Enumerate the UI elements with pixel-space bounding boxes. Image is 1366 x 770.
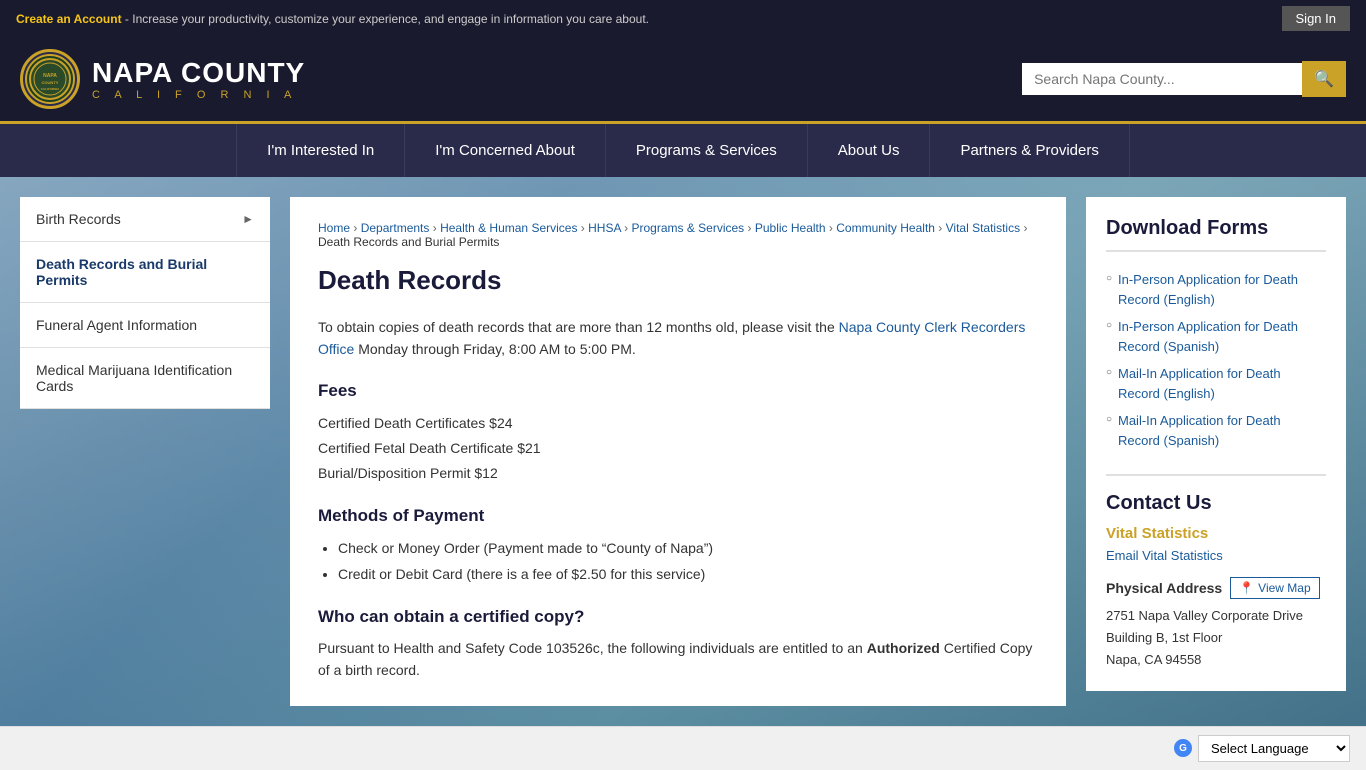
nav-item-concerned[interactable]: I'm Concerned About	[405, 124, 606, 177]
right-panel: Download Forms In-Person Application for…	[1086, 197, 1346, 691]
sidebar-label: Medical Marijuana Identification Cards	[36, 362, 254, 394]
state-name: C A L I F O R N I A	[92, 89, 305, 101]
intro-text-end: Monday through Friday, 8:00 AM to 5:00 P…	[354, 341, 635, 357]
page-title: Death Records	[318, 265, 1038, 296]
breadcrumb-departments[interactable]: Departments	[361, 221, 430, 235]
main-content: Home › Departments › Health & Human Serv…	[290, 197, 1066, 706]
download-link-2[interactable]: In-Person Application for Death Record (…	[1118, 319, 1298, 354]
nav-item-about[interactable]: About Us	[808, 124, 931, 177]
page-wrapper: Birth Records ► Death Records and Burial…	[0, 177, 1366, 726]
sidebar-item-marijuana[interactable]: Medical Marijuana Identification Cards	[20, 348, 270, 409]
sidebar-item-funeral[interactable]: Funeral Agent Information	[20, 303, 270, 348]
payment-item-1: Check or Money Order (Payment made to “C…	[338, 536, 1038, 561]
certified-text-start: Pursuant to Health and Safety Code 10352…	[318, 640, 867, 656]
address-lines: 2751 Napa Valley Corporate Drive Buildin…	[1106, 605, 1326, 671]
payment-list: Check or Money Order (Payment made to “C…	[318, 536, 1038, 586]
breadcrumb-hhs[interactable]: Health & Human Services	[440, 221, 577, 235]
logo-text: NAPA COUNTY C A L I F O R N I A	[92, 57, 305, 101]
download-link-3[interactable]: Mail-In Application for Death Record (En…	[1118, 366, 1281, 401]
county-name: NAPA COUNTY	[92, 57, 305, 89]
language-select[interactable]: Select Language Spanish Chinese French	[1198, 735, 1350, 762]
address-line-3: Napa, CA 94558	[1106, 649, 1326, 671]
download-item-1: In-Person Application for Death Record (…	[1106, 266, 1326, 313]
download-title: Download Forms	[1106, 217, 1326, 252]
download-link-1[interactable]: In-Person Application for Death Record (…	[1118, 272, 1298, 307]
content-layout: Birth Records ► Death Records and Burial…	[0, 177, 1366, 726]
logo-seal: NAPA COUNTY CALIFORNIA	[25, 54, 75, 104]
intro-text: To obtain copies of death records that a…	[318, 319, 839, 335]
fee-item-2: Certified Fetal Death Certificate $21	[318, 436, 1038, 461]
fee-item-3: Burial/Disposition Permit $12	[318, 461, 1038, 486]
sign-in-button[interactable]: Sign In	[1282, 6, 1350, 31]
address-label: Physical Address	[1106, 580, 1222, 596]
breadcrumb-programs[interactable]: Programs & Services	[631, 221, 744, 235]
vital-stats-label: Vital Statistics	[1106, 525, 1326, 542]
create-account-link[interactable]: Create an Account	[16, 12, 122, 26]
download-link-4[interactable]: Mail-In Application for Death Record (Sp…	[1118, 413, 1281, 448]
contact-title: Contact Us	[1106, 474, 1326, 515]
address-line-1: 2751 Napa Valley Corporate Drive	[1106, 605, 1326, 627]
certified-heading: Who can obtain a certified copy?	[318, 607, 1038, 627]
view-map-label: View Map	[1258, 581, 1310, 595]
breadcrumb-current: Death Records and Burial Permits	[318, 235, 499, 249]
breadcrumb-vital-stats[interactable]: Vital Statistics	[946, 221, 1020, 235]
address-header: Physical Address 📍 View Map	[1106, 577, 1326, 599]
translate-bar: G Select Language Spanish Chinese French	[0, 726, 1366, 770]
search-icon: 🔍	[1314, 69, 1334, 89]
download-item-4: Mail-In Application for Death Record (Sp…	[1106, 407, 1326, 454]
address-line-2: Building B, 1st Floor	[1106, 627, 1326, 649]
svg-text:COUNTY: COUNTY	[42, 80, 59, 85]
banner-message: - Increase your productivity, customize …	[122, 12, 649, 26]
breadcrumb-public-health[interactable]: Public Health	[755, 221, 826, 235]
fee-item-1: Certified Death Certificates $24	[318, 411, 1038, 436]
email-vital-stats-link[interactable]: Email Vital Statistics	[1106, 548, 1326, 563]
site-header: NAPA COUNTY CALIFORNIA NAPA COUNTY C A L…	[0, 37, 1366, 121]
sidebar-label: Birth Records	[36, 211, 121, 227]
nav-item-programs[interactable]: Programs & Services	[606, 124, 808, 177]
sidebar-label: Funeral Agent Information	[36, 317, 197, 333]
fees-heading: Fees	[318, 381, 1038, 401]
certified-bold: Authorized	[867, 640, 940, 656]
sidebar-label: Death Records and Burial Permits	[36, 256, 254, 288]
sidebar: Birth Records ► Death Records and Burial…	[20, 197, 270, 409]
intro-paragraph: To obtain copies of death records that a…	[318, 316, 1038, 361]
download-list: In-Person Application for Death Record (…	[1106, 266, 1326, 454]
download-item-2: In-Person Application for Death Record (…	[1106, 313, 1326, 360]
certified-paragraph: Pursuant to Health and Safety Code 10352…	[318, 637, 1038, 682]
top-banner: Create an Account - Increase your produc…	[0, 0, 1366, 37]
logo-area: NAPA COUNTY CALIFORNIA NAPA COUNTY C A L…	[20, 49, 305, 109]
google-icon: G	[1174, 739, 1192, 757]
svg-text:CALIFORNIA: CALIFORNIA	[41, 87, 60, 91]
nav-item-partners[interactable]: Partners & Providers	[930, 124, 1129, 177]
download-item-3: Mail-In Application for Death Record (En…	[1106, 360, 1326, 407]
payment-item-2: Credit or Debit Card (there is a fee of …	[338, 562, 1038, 587]
search-button[interactable]: 🔍	[1302, 61, 1346, 97]
fee-list: Certified Death Certificates $24 Certifi…	[318, 411, 1038, 487]
sidebar-item-birth-records[interactable]: Birth Records ►	[20, 197, 270, 242]
breadcrumb-hhsa[interactable]: HHSA	[588, 221, 621, 235]
nav-item-interested[interactable]: I'm Interested In	[236, 124, 405, 177]
payment-heading: Methods of Payment	[318, 506, 1038, 526]
breadcrumb-community[interactable]: Community Health	[836, 221, 935, 235]
sidebar-item-death-records[interactable]: Death Records and Burial Permits	[20, 242, 270, 303]
main-nav: I'm Interested In I'm Concerned About Pr…	[0, 121, 1366, 177]
chevron-right-icon: ►	[242, 212, 254, 226]
svg-text:NAPA: NAPA	[43, 73, 57, 79]
search-area: 🔍	[1022, 61, 1346, 97]
search-input[interactable]	[1022, 63, 1302, 95]
map-icon: 📍	[1239, 581, 1254, 595]
address-section: Physical Address 📍 View Map 2751 Napa Va…	[1106, 577, 1326, 671]
banner-text: Create an Account - Increase your produc…	[16, 12, 649, 26]
breadcrumb: Home › Departments › Health & Human Serv…	[318, 221, 1038, 249]
logo-circle: NAPA COUNTY CALIFORNIA	[20, 49, 80, 109]
view-map-button[interactable]: 📍 View Map	[1230, 577, 1319, 599]
breadcrumb-home[interactable]: Home	[318, 221, 350, 235]
